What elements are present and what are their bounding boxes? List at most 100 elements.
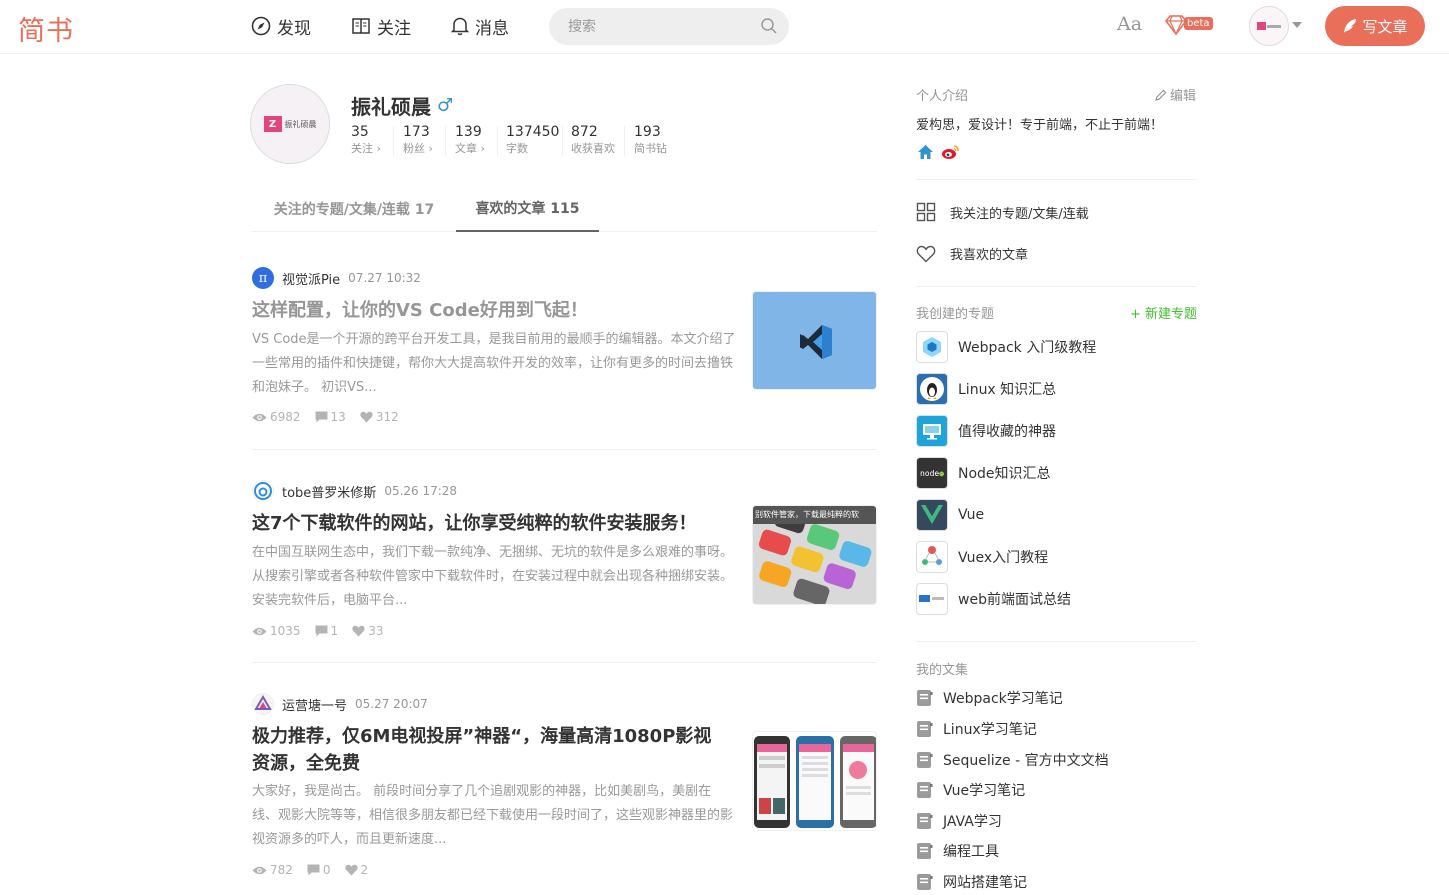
- beta-tag: beta: [1184, 17, 1213, 30]
- topic-label: web前端面试总结: [958, 592, 1071, 608]
- notebook-item[interactable]: Linux学习笔记: [916, 719, 1037, 739]
- article-thumbnail[interactable]: [752, 731, 877, 831]
- article-time: 07.27 10:32: [348, 271, 421, 285]
- article-meta: 运营塘一号 05.27 20:07: [252, 693, 428, 715]
- avatar-logo-text: 振礼硕晨: [284, 119, 317, 129]
- notebook-item[interactable]: Vue学习笔记: [916, 780, 1025, 800]
- notebook-item[interactable]: Sequelize - 官方中文文档: [916, 750, 1109, 770]
- article-stats: 782 0 2: [252, 863, 368, 877]
- author-name[interactable]: tobe普罗米修斯: [282, 482, 376, 501]
- eye-icon: [252, 866, 267, 874]
- notebook-label: Webpack学习笔记: [943, 691, 1063, 707]
- article-views: 1035: [252, 624, 301, 638]
- notebook-item[interactable]: 编程工具: [916, 841, 999, 861]
- article-comments[interactable]: 0: [307, 863, 331, 877]
- nav-follow[interactable]: 关注: [351, 14, 411, 39]
- heart-icon: [344, 864, 358, 876]
- compass-icon: [251, 16, 271, 36]
- author-avatar[interactable]: [252, 480, 274, 502]
- topic-item[interactable]: Webpack 入门级教程: [916, 331, 1096, 363]
- author-logo-icon: [254, 482, 272, 500]
- comment-icon: [315, 411, 328, 423]
- notebook-icon: [917, 752, 933, 768]
- article-thumbnail[interactable]: [752, 291, 877, 390]
- article-comments[interactable]: 1: [315, 624, 338, 638]
- notebook-item[interactable]: JAVA学习: [916, 811, 1002, 831]
- stat-articles[interactable]: 139 文章 ›: [455, 124, 485, 157]
- stat-diamonds-num: 193: [634, 124, 661, 140]
- likes-count: 2: [360, 863, 369, 877]
- comments-count: 13: [330, 410, 346, 424]
- avatar-logo: [1257, 22, 1281, 30]
- notebook-label: JAVA学习: [943, 814, 1002, 830]
- home-icon[interactable]: [917, 144, 934, 160]
- stat-following-num: 35: [351, 124, 369, 140]
- search-input[interactable]: [568, 9, 748, 44]
- stat-likes: 872 收获喜欢: [571, 124, 615, 157]
- vue-icon: [916, 499, 948, 531]
- article-title[interactable]: 这样配置，让你的VS Code好用到飞起！: [252, 297, 742, 324]
- user-avatar[interactable]: [1249, 6, 1289, 46]
- tab-followed-collections[interactable]: 关注的专题/文集/连载 17: [252, 186, 456, 232]
- topic-item[interactable]: Linux 知识汇总: [916, 373, 1056, 405]
- notebook-icon: [917, 874, 933, 890]
- topic-item[interactable]: Vuex入门教程: [916, 541, 1048, 573]
- comment-icon: [315, 625, 328, 637]
- list-item: π 视觉派Pie 07.27 10:32 这样配置，让你的VS Code好用到飞…: [252, 232, 877, 450]
- stat-divider: [497, 126, 498, 156]
- article-stats: 6982 13 312: [252, 410, 399, 424]
- divider: [916, 641, 1197, 642]
- sidebar-link-followed[interactable]: 我关注的专题/文集/连载: [916, 202, 1089, 222]
- weibo-icon[interactable]: [941, 144, 960, 160]
- list-item: 运营塘一号 05.27 20:07 极力推荐，仅6M电视投屏”神器“，海量高清1…: [252, 663, 877, 895]
- article-thumbnail[interactable]: 别软件管家，下载最纯粹的软: [752, 505, 877, 605]
- notebook-icon: [917, 782, 933, 798]
- edit-intro-button[interactable]: 编辑: [1155, 85, 1196, 104]
- article-comments[interactable]: 13: [315, 410, 346, 424]
- nav-discover[interactable]: 发现: [251, 14, 311, 39]
- notebook-item[interactable]: 网站搭建笔记: [916, 872, 1027, 892]
- article-title[interactable]: 极力推荐，仅6M电视投屏”神器“，海量高清1080P影视资源，全免费: [252, 723, 722, 777]
- beta-badge[interactable]: beta: [1164, 14, 1213, 36]
- nav-messages[interactable]: 消息: [451, 14, 509, 39]
- stat-divider: [562, 126, 563, 156]
- likes-count: 33: [368, 624, 384, 638]
- grid-icon: [916, 202, 936, 222]
- top-navbar: 简书 发现 关注 消息 Aa beta 写文章: [0, 0, 1449, 54]
- topic-item[interactable]: Vue: [916, 499, 984, 531]
- topic-item[interactable]: web前端面试总结: [916, 583, 1071, 615]
- article-time: 05.26 17:28: [384, 484, 458, 498]
- sidebar-link-label: 我关注的专题/文集/连载: [950, 206, 1089, 222]
- bell-icon: [451, 17, 469, 36]
- nav-discover-label: 发现: [277, 18, 311, 39]
- author-avatar[interactable]: π: [252, 267, 274, 289]
- topic-item[interactable]: 值得收藏的神器: [916, 415, 1056, 447]
- author-name[interactable]: 运营塘一号: [282, 695, 347, 714]
- heart-icon: [360, 411, 373, 423]
- font-settings-button[interactable]: Aa: [1117, 13, 1142, 35]
- webpack-icon: [916, 331, 948, 363]
- stat-following[interactable]: 35 关注 ›: [351, 124, 381, 157]
- notebook-label: Linux学习笔记: [943, 722, 1037, 738]
- male-icon: ♂: [437, 95, 454, 116]
- article-likes: 33: [352, 624, 383, 638]
- jianshu-logo[interactable]: 简书: [18, 9, 74, 48]
- sidebar-link-liked[interactable]: 我喜欢的文章: [916, 244, 1028, 263]
- tab-liked-articles[interactable]: 喜欢的文章 115: [456, 186, 599, 232]
- write-article-button[interactable]: 写文章: [1325, 6, 1425, 46]
- edit-label: 编辑: [1170, 89, 1197, 104]
- sidebar-link-label: 我喜欢的文章: [950, 248, 1029, 263]
- stat-followers[interactable]: 173 粉丝 ›: [403, 124, 433, 157]
- author-name[interactable]: 视觉派Pie: [282, 269, 340, 288]
- profile-avatar[interactable]: Z 振礼硕晨: [250, 84, 330, 164]
- chevron-down-icon[interactable]: [1292, 22, 1302, 28]
- pencil-icon: [1155, 88, 1167, 101]
- notebook-label: 网站搭建笔记: [943, 875, 1027, 891]
- article-title[interactable]: 这7个下载软件的网站，让你享受纯粹的软件安装服务！: [252, 510, 742, 537]
- stat-articles-num: 139: [455, 124, 482, 140]
- topic-item[interactable]: node● Node知识汇总: [916, 457, 1051, 489]
- new-topic-button[interactable]: + 新建专题: [1130, 303, 1197, 322]
- author-avatar[interactable]: [252, 693, 274, 715]
- notebook-item[interactable]: Webpack学习笔记: [916, 688, 1063, 708]
- search-icon[interactable]: [760, 17, 778, 35]
